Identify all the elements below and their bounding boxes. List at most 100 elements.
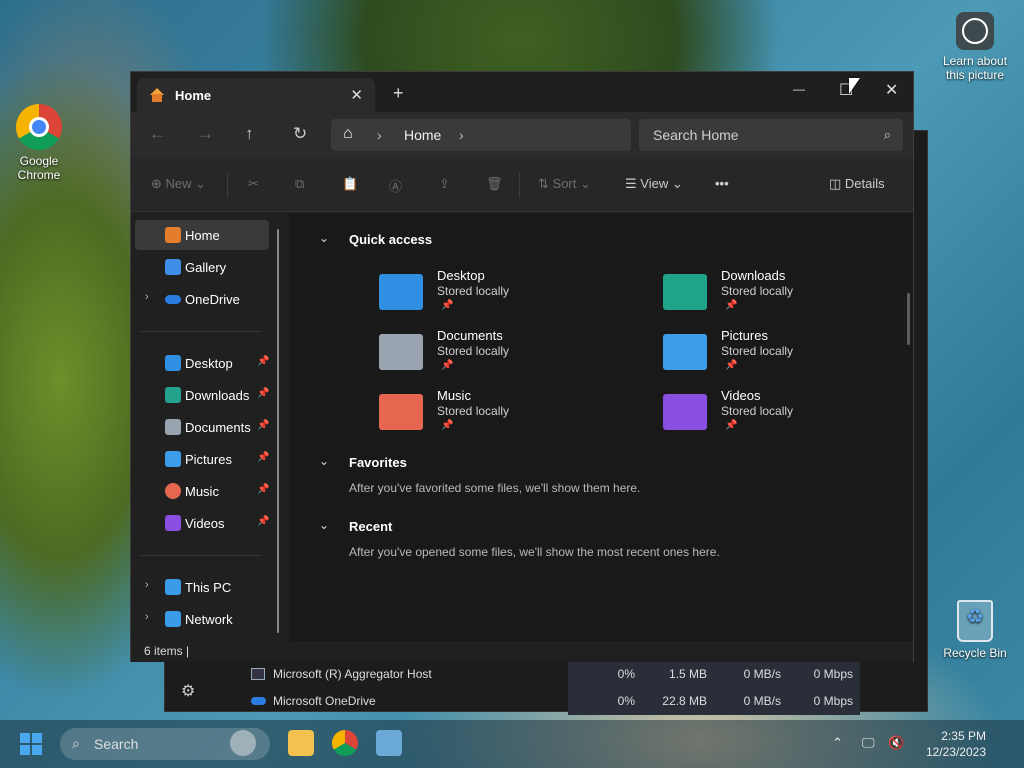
sort-icon: ⇅ (538, 176, 549, 191)
minimize-button[interactable]: — (793, 82, 805, 96)
close-button[interactable]: ✕ (885, 80, 898, 100)
desktop-icon-learn-about-picture[interactable]: Learn about this picture (940, 12, 1010, 82)
tab-home[interactable]: Home ✕ (137, 78, 375, 112)
pin-icon[interactable]: 📌 (257, 388, 269, 399)
rename-icon[interactable]: Ⓐ (389, 176, 402, 195)
chevron-right-icon[interactable]: › (145, 579, 149, 591)
details-pane-icon: ◫ (829, 176, 842, 191)
process-network: 0 Mbps (813, 694, 853, 708)
delete-icon[interactable]: 🗑 (486, 176, 503, 192)
documents-icon (165, 419, 181, 435)
chevron-down-icon[interactable]: ⌄ (319, 518, 329, 532)
forward-button[interactable]: → (197, 125, 214, 143)
task-manager-taskbar-icon[interactable] (376, 730, 402, 756)
section-recent[interactable]: Recent (349, 519, 392, 534)
downloads-icon (165, 387, 181, 403)
search-input[interactable] (639, 119, 869, 151)
back-button[interactable]: ← (149, 125, 166, 143)
videos-folder-icon (663, 394, 707, 430)
breadcrumb-home[interactable]: Home (404, 127, 441, 143)
navigation-pane: Home Gallery › OneDrive Desktop 📌 Downlo… (131, 213, 289, 641)
penguin-widget-icon[interactable] (230, 730, 256, 756)
paste-icon[interactable]: 📋 (342, 176, 358, 192)
chevron-down-icon[interactable]: ⌄ (319, 231, 329, 245)
up-button[interactable]: ↑ (245, 125, 254, 143)
table-row[interactable]: Microsoft (R) Aggregator Host 0% 1.5 MB … (165, 660, 929, 688)
share-icon[interactable]: ⇪ (439, 176, 450, 192)
cut-icon[interactable]: ✂ (248, 176, 259, 192)
sidebar-scrollbar[interactable] (277, 229, 279, 633)
quick-access-downloads[interactable]: Downloads Stored locally 📌 (663, 268, 903, 324)
recycle-bin-icon (957, 600, 993, 642)
taskbar-search-label: Search (94, 736, 139, 752)
sidebar-item-network[interactable]: › Network (135, 604, 269, 634)
sidebar-item-pictures[interactable]: Pictures 📌 (135, 444, 269, 474)
gallery-icon (165, 259, 181, 275)
copy-icon[interactable]: ⧉ (295, 176, 304, 192)
network-tray-icon[interactable]: 🖵 (862, 735, 875, 751)
show-hidden-icons-chevron-icon[interactable]: ⌃ (832, 735, 843, 751)
more-options-button[interactable]: ••• (715, 176, 729, 191)
chevron-down-icon[interactable]: ⌄ (319, 454, 329, 468)
pin-icon[interactable]: 📌 (257, 484, 269, 495)
quick-access-pictures[interactable]: Pictures Stored locally 📌 (663, 328, 903, 384)
section-quick-access[interactable]: Quick access (349, 232, 432, 247)
sidebar-item-this-pc[interactable]: › This PC (135, 572, 269, 602)
volume-muted-icon[interactable]: 🔇 (888, 735, 904, 751)
settings-gear-icon[interactable]: ⚙ (181, 681, 195, 701)
sidebar-item-music[interactable]: Music 📌 (135, 476, 269, 506)
system-clock[interactable]: 2:35 PM 12/23/2023 (916, 728, 986, 760)
details-button[interactable]: ◫ Details (829, 176, 885, 192)
pin-icon: 📌 (725, 360, 738, 371)
pin-icon: 📌 (725, 300, 738, 311)
breadcrumb-separator[interactable]: › (459, 127, 464, 143)
details-label: Details (844, 176, 885, 191)
chevron-right-icon[interactable]: › (145, 291, 149, 303)
quick-access-desktop[interactable]: Desktop Stored locally 📌 (379, 268, 619, 324)
sidebar-item-home[interactable]: Home (135, 220, 269, 250)
desktop-icon-google-chrome[interactable]: Google Chrome (4, 104, 74, 182)
tab-close-button[interactable]: ✕ (350, 86, 363, 104)
new-label: New (165, 176, 192, 191)
refresh-button[interactable]: ↻ (293, 125, 307, 143)
sidebar-item-gallery[interactable]: Gallery (135, 252, 269, 282)
search-box[interactable]: ⌕ (639, 119, 903, 151)
sidebar-item-desktop[interactable]: Desktop 📌 (135, 348, 269, 378)
sidebar-item-videos[interactable]: Videos 📌 (135, 508, 269, 538)
file-explorer-taskbar-icon[interactable] (288, 730, 314, 756)
status-bar: 6 items | (131, 641, 913, 662)
start-button[interactable] (20, 733, 42, 755)
chevron-down-icon: ⌄ (671, 176, 683, 191)
pin-icon[interactable]: 📌 (257, 516, 269, 527)
chevron-right-icon[interactable]: › (145, 611, 149, 623)
pin-icon[interactable]: 📌 (257, 420, 269, 431)
sort-button[interactable]: ⇅ Sort ⌄ (538, 176, 591, 192)
desktop-icon (165, 355, 181, 371)
sort-label: Sort (552, 176, 577, 191)
windows-logo-icon (20, 733, 30, 743)
title-bar[interactable]: Home ✕ + — ☐ ✕ (131, 72, 913, 112)
sidebar-item-onedrive[interactable]: › OneDrive (135, 284, 269, 314)
sidebar-item-documents[interactable]: Documents 📌 (135, 412, 269, 442)
process-icon (251, 668, 265, 680)
chrome-taskbar-icon[interactable] (332, 730, 358, 756)
sidebar-item-downloads[interactable]: Downloads 📌 (135, 380, 269, 410)
pin-icon[interactable]: 📌 (257, 452, 269, 463)
quick-access-videos[interactable]: Videos Stored locally 📌 (663, 388, 903, 444)
address-bar[interactable]: ⌂ › Home › (331, 119, 631, 151)
section-favorites[interactable]: Favorites (349, 455, 407, 470)
view-button[interactable]: ☰ View ⌄ (625, 176, 683, 192)
command-bar: ⊕ New ⌄ ✂ ⧉ 📋 Ⓐ ⇪ 🗑 ⇅ Sort ⌄ ☰ View ⌄ ••… (131, 158, 913, 212)
new-button[interactable]: ⊕ New ⌄ (151, 176, 206, 192)
desktop-icon-recycle-bin[interactable]: Recycle Bin (940, 600, 1010, 660)
pin-icon[interactable]: 📌 (257, 356, 269, 367)
process-disk: 0 MB/s (743, 694, 781, 708)
process-network: 0 Mbps (813, 667, 853, 681)
desktop-icon-label: Google Chrome (17, 154, 61, 182)
content-scrollbar[interactable] (907, 293, 910, 345)
breadcrumb-separator[interactable]: › (377, 127, 382, 143)
new-tab-button[interactable]: + (393, 84, 404, 102)
quick-access-documents[interactable]: Documents Stored locally 📌 (379, 328, 619, 384)
table-row[interactable]: Microsoft OneDrive 0% 22.8 MB 0 MB/s 0 M… (165, 687, 929, 715)
quick-access-music[interactable]: Music Stored locally 📌 (379, 388, 619, 444)
